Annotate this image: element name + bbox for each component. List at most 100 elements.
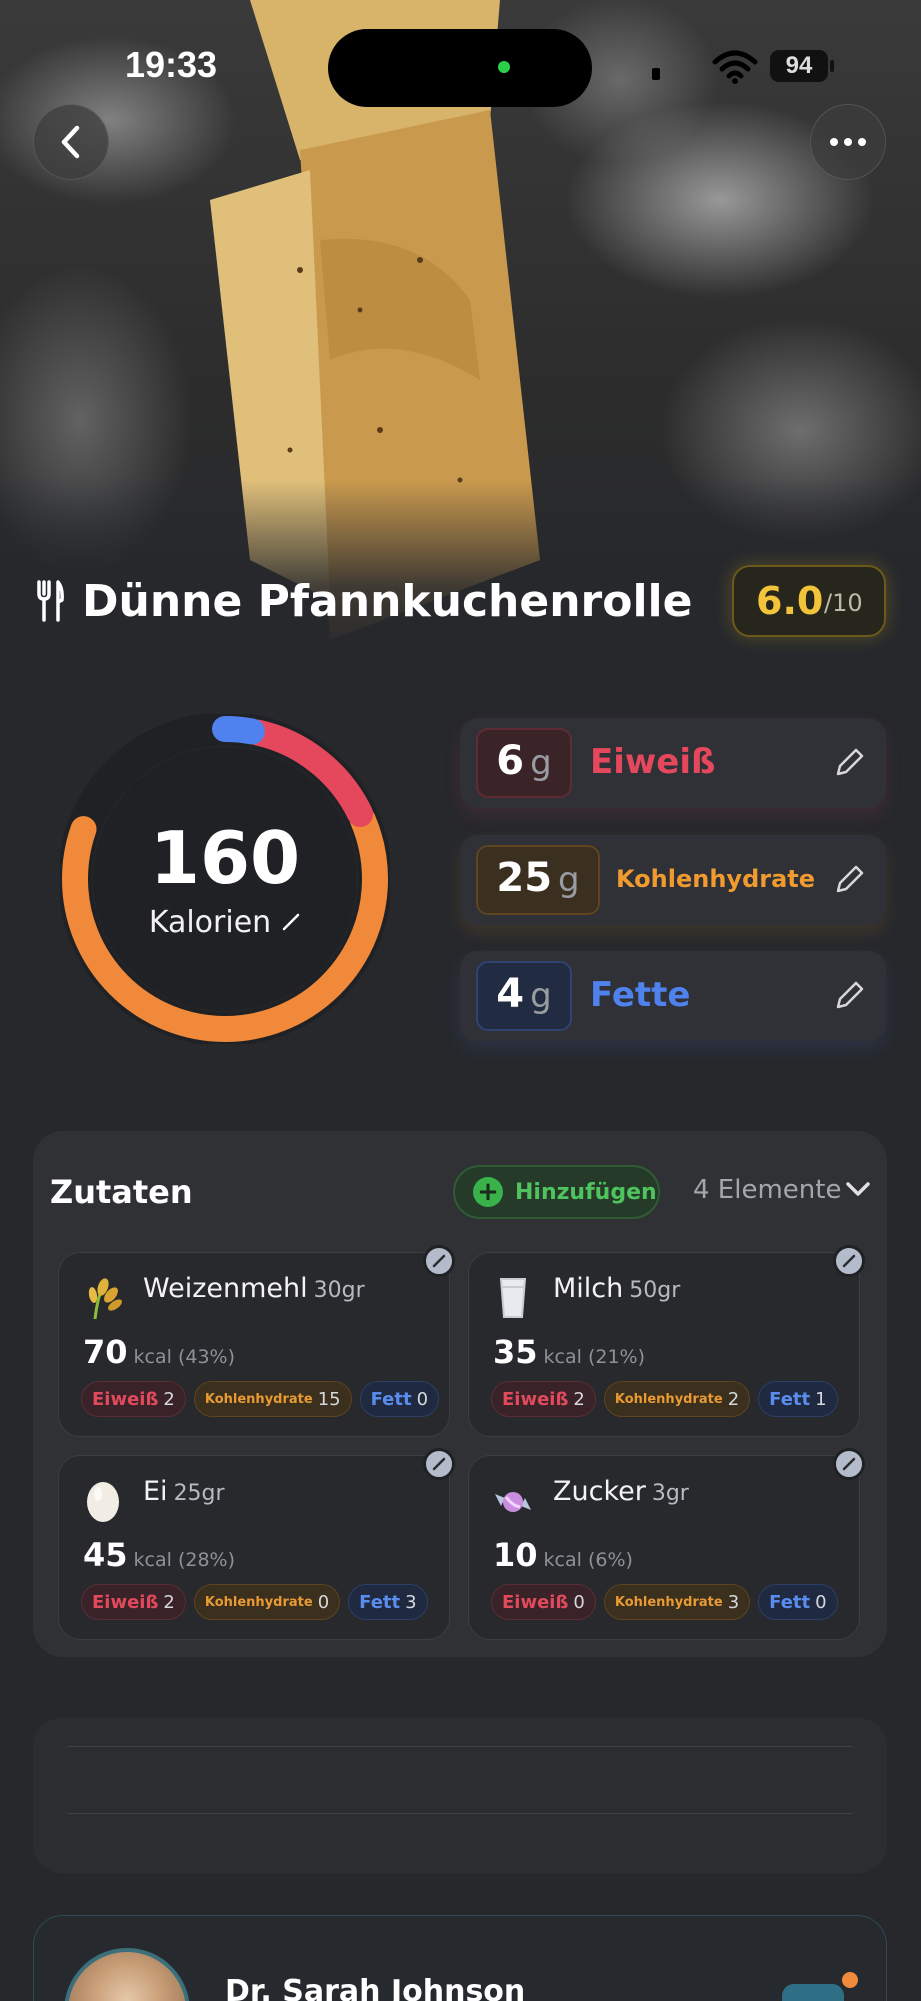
ingredient-grams: 25gr: [173, 1481, 225, 1506]
edit-ingredient-button[interactable]: [833, 1448, 865, 1480]
doctor-card[interactable]: Dr. Sarah Johnson: [33, 1915, 887, 2001]
ingredient-kcal: 45 kcal (28%): [83, 1536, 235, 1574]
macro-name: Eiweiß: [590, 742, 716, 782]
wheat-icon: [88, 1278, 122, 1320]
ingredient-name-text: Ei: [143, 1476, 168, 1507]
ingredient-name-text: Milch: [553, 1273, 624, 1304]
divider: [67, 1813, 853, 1814]
candy-icon: [495, 1492, 531, 1512]
macro-unit: g: [530, 743, 552, 783]
macro-pills: Eiweiß 2 Kohlenhydrate 0 Fett 3: [81, 1584, 428, 1620]
egg-icon: [87, 1482, 119, 1522]
macro-value-box: 6g: [476, 728, 572, 798]
pencil-icon: [432, 1457, 446, 1471]
ingredients-card: Zutaten + Hinzufügen 4 Elemente Weizenme…: [33, 1131, 887, 1657]
macro-unit: g: [530, 976, 552, 1016]
macro-card-protein: 6g Eiweiß: [460, 718, 886, 808]
ingredient-item[interactable]: Ei 25gr 45 kcal (28%) Eiweiß 2 Kohlenhydrat…: [58, 1448, 455, 1640]
ingredient-kcal-percent: kcal (21%): [543, 1346, 645, 1368]
macro-name: Fette: [590, 975, 691, 1015]
pencil-icon: [842, 1254, 856, 1268]
more-options-button[interactable]: [810, 104, 886, 180]
edit-pencil-icon[interactable]: [832, 863, 866, 897]
dynamic-island: [328, 29, 592, 107]
wifi-icon: [712, 50, 758, 84]
protein-pill: Eiweiß 0: [491, 1584, 596, 1620]
add-ingredient-label: Hinzufügen: [515, 1179, 657, 1205]
ingredient-kcal: 10 kcal (6%): [493, 1536, 633, 1574]
chevron-left-icon: [61, 125, 80, 159]
ingredient-item[interactable]: Zucker 3gr 10 kcal (6%) Eiweiß 0 Kohlenhydr…: [468, 1448, 865, 1640]
health-score-badge[interactable]: 6.0 /10: [732, 565, 886, 637]
milk-glass-icon: [499, 1278, 527, 1318]
edit-pencil-icon[interactable]: [832, 746, 866, 780]
ingredient-kcal: 35 kcal (21%): [493, 1333, 645, 1371]
protein-pill: Eiweiß 2: [491, 1381, 596, 1417]
chat-icon[interactable]: [782, 1984, 844, 2001]
ingredient-name-text: Weizenmehl: [143, 1273, 308, 1304]
battery-icon: 94: [770, 50, 834, 82]
ellipsis-icon: [830, 138, 866, 146]
macro-card-fat: 4g Fette: [460, 951, 886, 1041]
ingredient-name: Weizenmehl 30gr: [143, 1273, 365, 1304]
camera-indicator-icon: [498, 61, 510, 73]
fat-pill: Fett 1: [758, 1381, 838, 1417]
macro-name: Kohlenhydrate: [616, 865, 816, 893]
loading-placeholder-card: [33, 1718, 887, 1873]
ingredient-count[interactable]: 4 Elemente: [693, 1175, 841, 1205]
score-max: /10: [824, 589, 863, 617]
pencil-icon: [432, 1254, 446, 1268]
ingredient-kcal-percent: kcal (28%): [133, 1549, 235, 1571]
doctor-avatar: [64, 1948, 190, 2001]
macro-unit: g: [558, 860, 580, 900]
ingredient-kcal-percent: kcal (6%): [543, 1549, 633, 1571]
macro-value-box: 25 g: [476, 845, 600, 915]
macro-value-box: 4g: [476, 961, 572, 1031]
macro-value: 25: [496, 855, 553, 901]
ingredient-name-text: Zucker: [553, 1476, 646, 1507]
macro-value: 4: [496, 971, 525, 1017]
edit-ingredient-button[interactable]: [833, 1245, 865, 1277]
macro-pills: Eiweiß 2 Kohlenhydrate 2 Fett 1: [491, 1381, 838, 1417]
divider: [67, 1746, 853, 1747]
carbs-pill: Kohlenhydrate 3: [603, 1584, 751, 1620]
add-ingredient-button[interactable]: + Hinzufügen: [453, 1165, 660, 1219]
back-button[interactable]: [33, 104, 109, 180]
ingredient-item[interactable]: Weizenmehl 30gr 70 kcal (43%) Eiweiß 2 Kohl…: [58, 1245, 455, 1437]
ingredient-kcal-value: 10: [493, 1536, 538, 1574]
ingredient-kcal-percent: kcal (43%): [133, 1346, 235, 1368]
ingredient-item[interactable]: Milch 50gr 35 kcal (21%) Eiweiß 2 Kohlenhyd…: [468, 1245, 865, 1437]
cutlery-icon: [37, 580, 64, 622]
carbs-pill: Kohlenhydrate 0: [193, 1584, 341, 1620]
macro-pills: Eiweiß 0 Kohlenhydrate 3 Fett 0: [491, 1584, 838, 1620]
ingredient-kcal-value: 70: [83, 1333, 128, 1371]
ingredients-title: Zutaten: [50, 1173, 193, 1211]
edit-ingredient-button[interactable]: [423, 1448, 455, 1480]
ingredient-grams: 50gr: [629, 1278, 681, 1303]
ingredient-kcal-value: 45: [83, 1536, 128, 1574]
pencil-icon: [282, 913, 300, 931]
ingredient-name: Milch 50gr: [553, 1273, 680, 1304]
ingredient-name: Ei 25gr: [143, 1476, 225, 1507]
chevron-down-icon[interactable]: [845, 1179, 871, 1199]
status-time: 19:33: [125, 44, 218, 85]
fat-pill: Fett 0: [359, 1381, 440, 1417]
edit-ingredient-button[interactable]: [423, 1245, 455, 1277]
carbs-pill: Kohlenhydrate 15: [193, 1381, 352, 1417]
calorie-label-row[interactable]: Kalorien: [60, 905, 390, 940]
doctor-name: Dr. Sarah Johnson: [225, 1974, 526, 2001]
ingredient-grams: 30gr: [313, 1278, 365, 1303]
macro-card-carbs: 25 g Kohlenhydrate: [460, 835, 886, 925]
edit-pencil-icon[interactable]: [832, 979, 866, 1013]
calorie-label: Kalorien: [148, 905, 272, 940]
carbs-pill: Kohlenhydrate 2: [603, 1381, 751, 1417]
signal-icon: [652, 68, 660, 80]
ingredient-name: Zucker 3gr: [553, 1476, 689, 1507]
fat-pill: Fett 3: [348, 1584, 428, 1620]
fat-pill: Fett 0: [758, 1584, 838, 1620]
notification-dot: [842, 1972, 858, 1988]
macro-pills: Eiweiß 2 Kohlenhydrate 15 Fett 0: [81, 1381, 440, 1417]
ingredient-grams: 3gr: [651, 1481, 689, 1506]
protein-pill: Eiweiß 2: [81, 1584, 186, 1620]
plus-icon: +: [473, 1177, 503, 1207]
